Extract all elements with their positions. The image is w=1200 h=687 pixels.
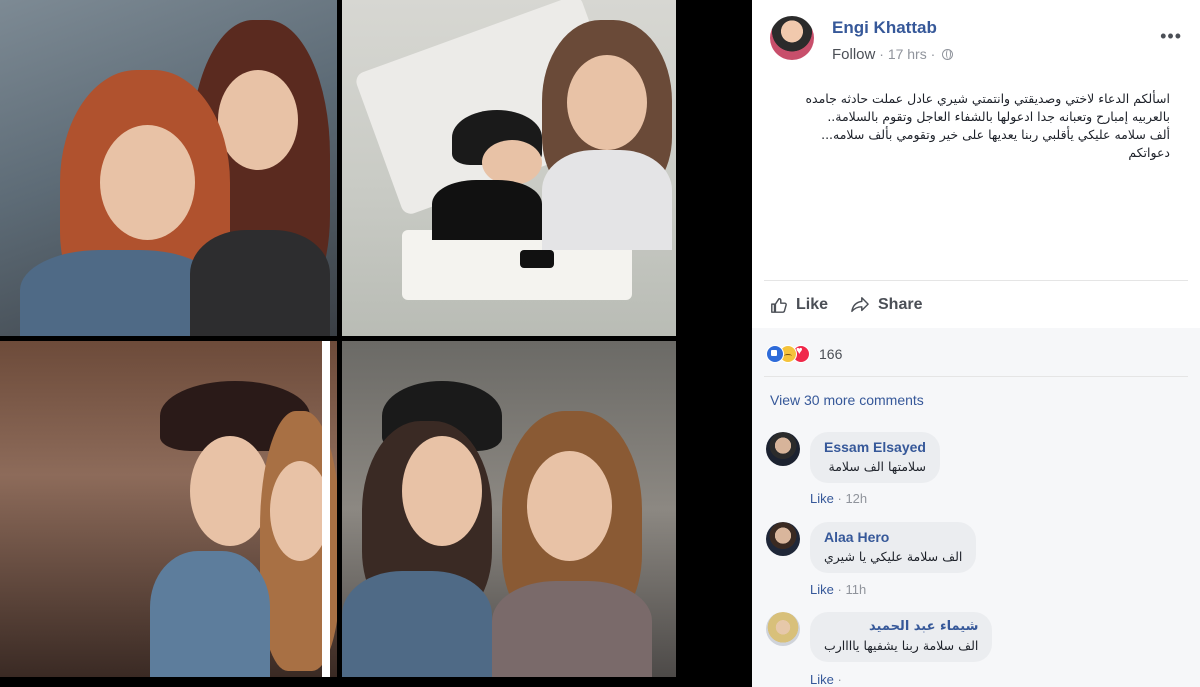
divider [764, 280, 1188, 281]
comment-meta-separator: · [837, 672, 842, 687]
comment-text: سلامتها الف سلامة [828, 459, 926, 474]
comment-meta-separator: · [837, 582, 842, 597]
comment-meta: Like · 11h [810, 582, 866, 597]
meta-separator: · [879, 46, 884, 62]
share-icon [851, 297, 869, 313]
comment-bubble: شيماء عبد الحميد الف سلامة ربنا يشفيها ي… [810, 612, 993, 662]
photo-two-women-bottom-left[interactable] [0, 341, 337, 677]
globe-icon [942, 49, 954, 60]
commenter-avatar[interactable] [766, 612, 800, 646]
comment-bubble: Alaa Hero الف سلامة عليكي يا شيري [810, 522, 977, 573]
comment-meta: Like · 12h [810, 491, 867, 506]
thumbs-up-icon [771, 297, 787, 313]
commenter-name[interactable]: Alaa Hero [824, 529, 962, 545]
comments-area: 166 View 30 more comments Essam Elsayed … [752, 328, 1200, 687]
like-reaction-icon [766, 345, 784, 363]
post-meta: Follow · 17 hrs · [832, 46, 954, 63]
comment-text: الف سلامة عليكي يا شيري [824, 549, 963, 564]
comment-like-link[interactable]: Like [810, 582, 834, 597]
view-more-comments-link[interactable]: View 30 more comments [770, 392, 924, 408]
reactions-summary[interactable]: 166 [766, 344, 842, 364]
share-button[interactable]: Share [850, 290, 922, 320]
more-icon[interactable]: ••• [1160, 26, 1182, 47]
post-text-line: دعواتكم [1128, 145, 1170, 160]
post-text-line: ألف سلامه عليكي يأقلبي ربنا يعديها على خ… [821, 127, 1170, 142]
commenter-avatar[interactable] [766, 432, 800, 466]
post-panel: Engi Khattab Follow · 17 hrs · ••• اسألك… [752, 0, 1200, 687]
photo-two-women-bottom-right[interactable] [342, 341, 676, 677]
share-label: Share [878, 296, 923, 313]
meta-separator: · [930, 46, 936, 62]
post-text: اسألكم الدعاء لاختي وصديقتي وانتمتي شيري… [774, 90, 1170, 162]
comment-time[interactable]: 12h [845, 491, 867, 506]
post-header: Engi Khattab Follow · 17 hrs · ••• [770, 12, 1186, 72]
author-name[interactable]: Engi Khattab [832, 18, 937, 38]
photo-two-women-top-right[interactable] [342, 0, 676, 336]
comment-like-link[interactable]: Like [810, 491, 834, 506]
photo-two-women-top-left[interactable] [0, 0, 337, 336]
commenter-name[interactable]: Essam Elsayed [824, 439, 926, 455]
comment-meta: Like · [810, 672, 842, 687]
post-text-line: بالعربيه إمبارح وتعبانه جدا ادعولها بالش… [827, 109, 1170, 124]
post-text-line: اسألكم الدعاء لاختي وصديقتي وانتمتي شيري… [805, 91, 1170, 106]
commenter-avatar[interactable] [766, 522, 800, 556]
commenter-name[interactable]: شيماء عبد الحميد [824, 619, 978, 634]
comment-meta-separator: · [837, 491, 842, 506]
photo-collage[interactable] [0, 0, 752, 687]
comment-text: الف سلامة ربنا يشفيها ياااارب [824, 638, 979, 653]
comment-like-link[interactable]: Like [810, 672, 834, 687]
post-time[interactable]: 17 hrs [888, 46, 927, 62]
author-avatar[interactable] [770, 16, 814, 60]
like-label: Like [796, 296, 829, 313]
follow-link[interactable]: Follow [832, 46, 875, 63]
comment-time[interactable]: 11h [845, 582, 866, 597]
comment-bubble: Essam Elsayed سلامتها الف سلامة [810, 432, 940, 483]
divider [764, 376, 1188, 377]
like-button[interactable]: Like [770, 290, 828, 320]
reaction-count[interactable]: 166 [819, 346, 842, 362]
